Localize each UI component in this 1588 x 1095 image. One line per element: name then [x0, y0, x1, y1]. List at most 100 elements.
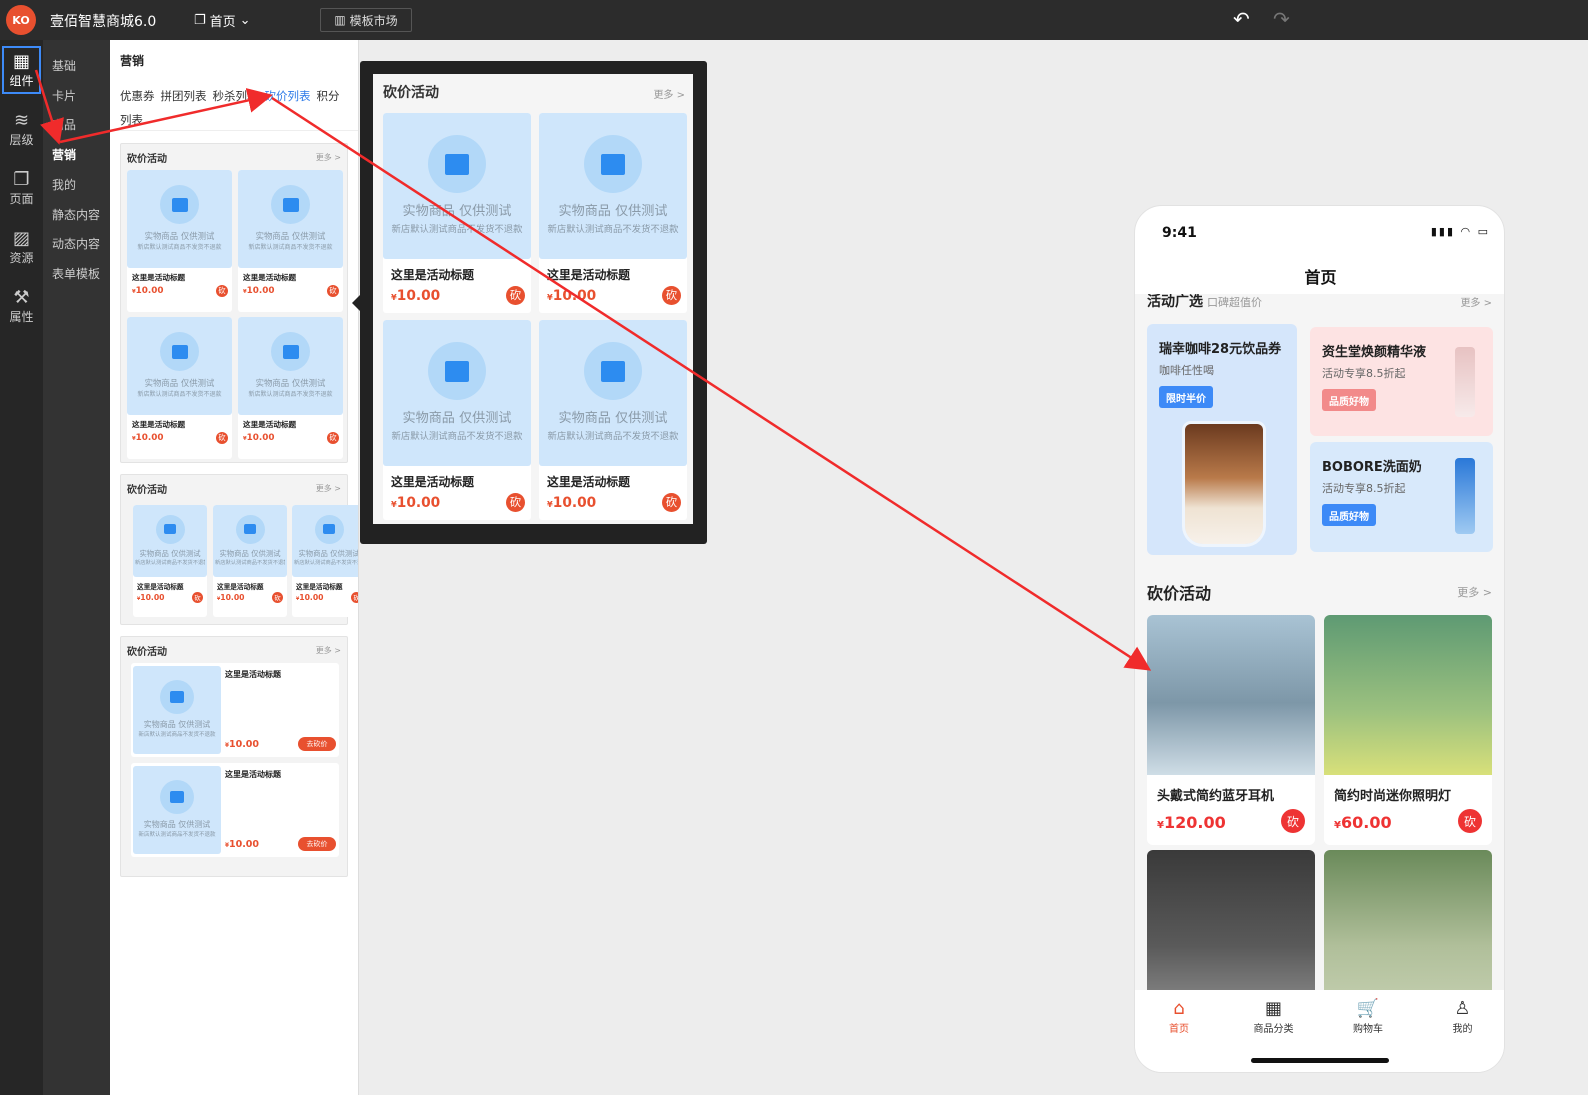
- product-card[interactable]: 实物商品 仅供测试新店默认测试商品不发货不退款这里是活动标题 ¥10.00 砍: [133, 505, 207, 617]
- product-card[interactable]: 实物商品 仅供测试新店默认测试商品不发货不退款这里是活动标题 ¥10.00 砍: [292, 505, 358, 617]
- product-placeholder-title: 实物商品 仅供测试: [255, 231, 326, 242]
- bargain-badge[interactable]: 砍: [272, 592, 283, 604]
- bargain-badge[interactable]: 砍: [351, 592, 358, 604]
- product-price: ¥10.00: [132, 433, 164, 443]
- promo-card[interactable]: 资生堂焕颜精华液 活动专享8.5折起 品质好物: [1310, 327, 1493, 436]
- product-card[interactable]: 实物商品 仅供测试新店默认测试商品不发货不退款这里是活动标题 ¥10.00 砍: [238, 317, 343, 459]
- price-value: 10.00: [228, 839, 260, 850]
- price-value: 10.00: [246, 286, 275, 297]
- coffee-image: [1185, 424, 1263, 544]
- more-link[interactable]: 更多 >: [316, 152, 341, 163]
- category-item-0[interactable]: 基础: [52, 57, 76, 74]
- sidebar-item-0[interactable]: ▦ 组件: [0, 44, 43, 96]
- product-card[interactable]: 实物商品 仅供测试新店默认测试商品不发货不退款这里是活动标题 ¥10.00 砍: [383, 113, 531, 313]
- cart-icon: 🛒: [1356, 998, 1380, 1019]
- tab-2[interactable]: 🛒 购物车: [1338, 998, 1398, 1035]
- category-item-6[interactable]: 动态内容: [52, 235, 100, 252]
- category-item-5[interactable]: 静态内容: [52, 206, 100, 223]
- price-value: 10.00: [135, 286, 164, 297]
- category-item-2[interactable]: 商品: [52, 116, 76, 133]
- category-item-1[interactable]: 卡片: [52, 87, 76, 104]
- card-title: 砍价活动: [127, 647, 167, 658]
- bargain-badge[interactable]: 砍: [216, 432, 228, 445]
- wand-icon: ⚒: [13, 286, 30, 308]
- product-card[interactable]: 实物商品 仅供测试新店默认测试商品不发货不退款这里是活动标题 ¥10.00 砍: [383, 320, 531, 520]
- bargain-badge[interactable]: 砍: [662, 492, 681, 512]
- goods-card[interactable]: 简约时尚迷你照明灯 ¥60.00 砍: [1324, 615, 1492, 845]
- panel-tab-2[interactable]: 秒杀列表: [213, 89, 259, 103]
- category-item-7[interactable]: 表单模板: [52, 265, 100, 282]
- product-card[interactable]: 实物商品 仅供测试新店默认测试商品不发货不退款这里是活动标题 ¥10.00 砍: [127, 317, 232, 459]
- go-bargain-button[interactable]: 去砍价: [298, 837, 336, 851]
- product-card[interactable]: 实物商品 仅供测试新店默认测试商品不发货不退款这里是活动标题 ¥10.00 砍: [213, 505, 287, 617]
- product-image: 实物商品 仅供测试新店默认测试商品不发货不退款: [127, 317, 232, 415]
- more-link[interactable]: 更多 >: [316, 483, 341, 494]
- bargain-badge[interactable]: 砍: [662, 285, 681, 305]
- product-price: ¥10.00: [391, 288, 440, 304]
- panel-tab-1[interactable]: 拼团列表: [161, 89, 207, 103]
- bargain-style-card-scroll[interactable]: 砍价活动 更多 > 实物商品 仅供测试 新店默认测试商品不发货不退款 这里是活动标题 ¥1…: [120, 474, 358, 625]
- promo-card[interactable]: BOBORE洗面奶 活动专享8.5折起 品质好物: [1310, 442, 1493, 552]
- more-link[interactable]: 更多 >: [316, 645, 341, 656]
- product-card[interactable]: 实物商品 仅供测试新店默认测试商品不发货不退款这里是活动标题 ¥10.00 砍: [539, 320, 687, 520]
- sidebar-item-4[interactable]: ⚒ 属性: [0, 280, 43, 332]
- goods-price-value: 60.00: [1340, 813, 1392, 832]
- product-card[interactable]: 实物商品 仅供测试新店默认测试商品不发货不退款这里是活动标题 ¥10.00 砍: [238, 170, 343, 312]
- sidebar-item-2[interactable]: ❐ 页面: [0, 162, 43, 214]
- panel-tab-0[interactable]: 优惠券: [120, 89, 155, 103]
- bargain-badge[interactable]: 砍: [327, 432, 339, 445]
- section1-more[interactable]: 更多 >: [1460, 294, 1492, 309]
- goods-name: 头戴式简约蓝牙耳机: [1157, 789, 1275, 804]
- promo-badge[interactable]: 品质好物: [1322, 389, 1376, 411]
- bargain-style-card-grid[interactable]: 砍价活动 更多 > 实物商品 仅供测试 新店默认测试商品不发货不退款 这里是活动标题 ¥1…: [120, 143, 348, 463]
- popup-more-link[interactable]: 更多 >: [653, 86, 685, 101]
- product-list-row[interactable]: 实物商品 仅供测试 新店默认测试商品不发货不退款 这里是活动标题 ¥10.00 去砍价: [131, 763, 339, 857]
- product-title: 这里是活动标题: [243, 273, 297, 283]
- category-item-4[interactable]: 我的: [52, 176, 76, 193]
- promo-card[interactable]: 瑞幸咖啡28元饮品券 咖啡任性喝 限时半价: [1147, 324, 1297, 555]
- tab-3[interactable]: ♙ 我的: [1433, 998, 1493, 1035]
- undo-icon[interactable]: ↶: [1233, 7, 1250, 31]
- promo-badge[interactable]: 限时半价: [1159, 386, 1213, 408]
- promo-badge[interactable]: 品质好物: [1322, 504, 1376, 526]
- bargain-badge[interactable]: 砍: [192, 592, 203, 604]
- redo-icon[interactable]: ↷: [1273, 7, 1290, 31]
- bargain-badge[interactable]: 砍: [506, 492, 525, 512]
- product-placeholder-note: 新店默认测试商品不发货不退款: [137, 244, 222, 252]
- product-title: 这里是活动标题: [391, 474, 475, 489]
- product-price: ¥10.00: [296, 593, 324, 602]
- goods-card[interactable]: [1147, 850, 1315, 990]
- tab-0[interactable]: ⌂ 首页: [1149, 998, 1209, 1035]
- preview-content: 砍价活动 更多 > 实物商品 仅供测试 新店默认测试商品不发货不退款 这里是活动标题 ¥1…: [373, 74, 693, 524]
- bag-icon: [160, 680, 194, 714]
- product-card[interactable]: 实物商品 仅供测试新店默认测试商品不发货不退款这里是活动标题 ¥10.00 砍: [127, 170, 232, 312]
- product-card[interactable]: 实物商品 仅供测试新店默认测试商品不发货不退款这里是活动标题 ¥10.00 砍: [539, 113, 687, 313]
- product-placeholder-title: 实物商品 仅供测试: [219, 548, 281, 558]
- tab-1[interactable]: ▦ 商品分类: [1244, 998, 1304, 1035]
- bargain-badge[interactable]: 砍: [327, 285, 339, 298]
- bag-icon: [160, 185, 199, 225]
- product-image: 实物商品 仅供测试新店默认测试商品不发货不退款: [133, 505, 207, 577]
- product-list-row[interactable]: 实物商品 仅供测试 新店默认测试商品不发货不退款 这里是活动标题 ¥10.00 去砍价: [131, 663, 339, 757]
- sidebar-item-3[interactable]: ▨ 资源: [0, 221, 43, 273]
- price-value: 10.00: [299, 593, 324, 603]
- goods-card[interactable]: 头戴式简约蓝牙耳机 ¥120.00 砍: [1147, 615, 1315, 845]
- page-selector[interactable]: ❐ 首页 ⌄: [194, 11, 251, 30]
- bargain-badge[interactable]: 砍: [216, 285, 228, 298]
- go-bargain-button[interactable]: 去砍价: [298, 737, 336, 751]
- bargain-badge[interactable]: 砍: [1458, 809, 1482, 833]
- category-item-3[interactable]: 营销: [52, 146, 76, 163]
- bargain-badge[interactable]: 砍: [506, 285, 525, 305]
- goods-card[interactable]: [1324, 850, 1492, 990]
- bargain-badge[interactable]: 砍: [1281, 809, 1305, 833]
- panel-tab-3[interactable]: 砍价列表: [265, 89, 311, 103]
- icon-sidebar: ▦ 组件 ≋ 层级 ❐ 页面 ▨ 资源 ⚒ 属性: [0, 40, 43, 1095]
- bargain-style-card-list[interactable]: 砍价活动 更多 > 实物商品 仅供测试 新店默认测试商品不发货不退款 这里是活动标题 ¥1…: [120, 636, 348, 877]
- sidebar-item-1[interactable]: ≋ 层级: [0, 103, 43, 155]
- card-title: 砍价活动: [127, 485, 167, 496]
- bag-icon: [584, 342, 642, 400]
- product-image: 实物商品 仅供测试新店默认测试商品不发货不退款: [238, 170, 343, 268]
- price-value: 10.00: [246, 433, 275, 444]
- template-market-button[interactable]: ▥ 模板市场: [320, 8, 412, 32]
- section2-more[interactable]: 更多 >: [1457, 584, 1492, 600]
